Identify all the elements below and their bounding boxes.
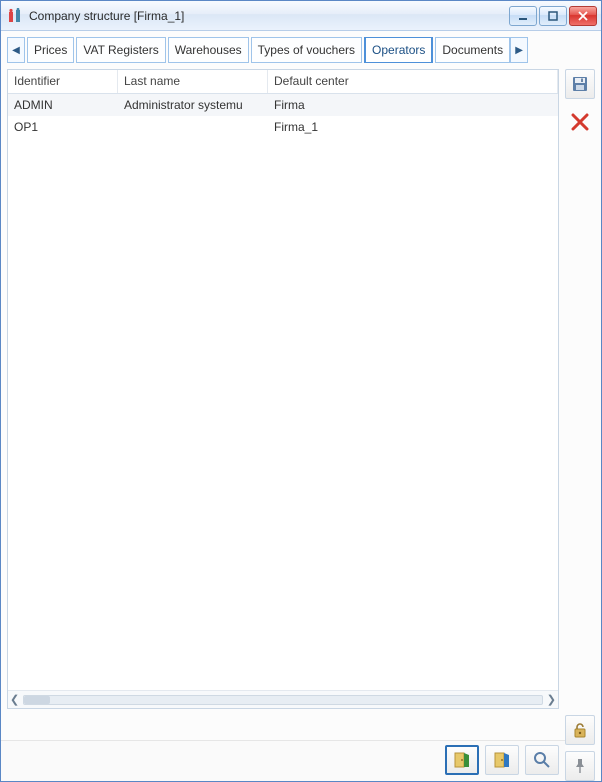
minimize-button[interactable] <box>509 6 537 26</box>
table-row[interactable]: OP1 Firma_1 <box>8 116 558 138</box>
tab-operators[interactable]: Operators <box>364 37 433 63</box>
horizontal-scrollbar[interactable]: ❮ ❯ <box>8 690 558 708</box>
app-icon <box>7 8 23 24</box>
open-secondary-button[interactable] <box>485 745 519 775</box>
door-open-alt-icon <box>492 751 512 769</box>
magnifier-icon <box>533 751 551 769</box>
column-header-identifier[interactable]: Identifier <box>8 70 118 93</box>
tab-label: Operators <box>372 43 425 57</box>
cell-identifier: OP1 <box>8 120 118 134</box>
tab-label: Documents <box>442 43 503 57</box>
save-button[interactable] <box>565 69 595 99</box>
window-controls <box>509 6 597 26</box>
tab-label: Types of vouchers <box>258 43 355 57</box>
maximize-button[interactable] <box>539 6 567 26</box>
tab-documents[interactable]: Documents <box>435 37 510 63</box>
cell-default-center: Firma_1 <box>268 120 558 134</box>
search-button[interactable] <box>525 745 559 775</box>
tab-prices[interactable]: Prices <box>27 37 74 63</box>
grid-body[interactable]: ADMINAdministrator systemuFirma OP1 Firma_… <box>8 94 558 690</box>
tab-strip: ◀ Prices VAT Registers Warehouses Types of … <box>7 37 595 63</box>
side-toolbar <box>565 69 595 709</box>
delete-x-icon <box>570 112 590 132</box>
scroll-right-arrow[interactable]: ❯ <box>547 693 556 706</box>
tab-label: Prices <box>34 43 67 57</box>
close-button[interactable] <box>569 6 597 26</box>
cell-last-name: Administrator systemu <box>118 98 268 112</box>
unlock-icon <box>571 721 589 739</box>
scroll-thumb[interactable] <box>23 695 543 705</box>
bottom-toolbar <box>1 740 565 781</box>
tab-warehouses[interactable]: Warehouses <box>168 37 249 63</box>
grid-header: Identifier Last name Default center <box>8 70 558 94</box>
scroll-left-arrow[interactable]: ❮ <box>10 693 19 706</box>
unlock-button[interactable] <box>565 715 595 745</box>
content-area: ◀ Prices VAT Registers Warehouses Types of … <box>1 31 601 781</box>
column-header-last-name[interactable]: Last name <box>118 70 268 93</box>
tab-vat-registers[interactable]: VAT Registers <box>76 37 165 63</box>
window-title: Company structure [Firma_1] <box>29 9 509 23</box>
tab-types-of-vouchers[interactable]: Types of vouchers <box>251 37 362 63</box>
floppy-icon <box>571 75 589 93</box>
column-header-default-center[interactable]: Default center <box>268 70 558 93</box>
tab-scroll-right[interactable]: ▶ <box>510 37 528 63</box>
table-row[interactable]: ADMINAdministrator systemuFirma <box>8 94 558 116</box>
door-open-icon <box>452 751 472 769</box>
cell-identifier: ADMIN <box>8 98 118 112</box>
operators-grid: Identifier Last name Default center ADMI… <box>7 69 559 709</box>
tab-scroll-left[interactable]: ◀ <box>7 37 25 63</box>
open-primary-button[interactable] <box>445 745 479 775</box>
titlebar[interactable]: Company structure [Firma_1] <box>1 1 601 31</box>
cell-default-center: Firma <box>268 98 558 112</box>
pin-button[interactable] <box>565 751 595 781</box>
side-bottom-toolbar <box>565 715 601 781</box>
tab-label: VAT Registers <box>83 43 158 57</box>
pin-icon <box>572 758 588 774</box>
delete-button[interactable] <box>565 107 595 137</box>
window-frame: Company structure [Firma_1] ◀ Prices VAT … <box>0 0 602 782</box>
tab-label: Warehouses <box>175 43 242 57</box>
